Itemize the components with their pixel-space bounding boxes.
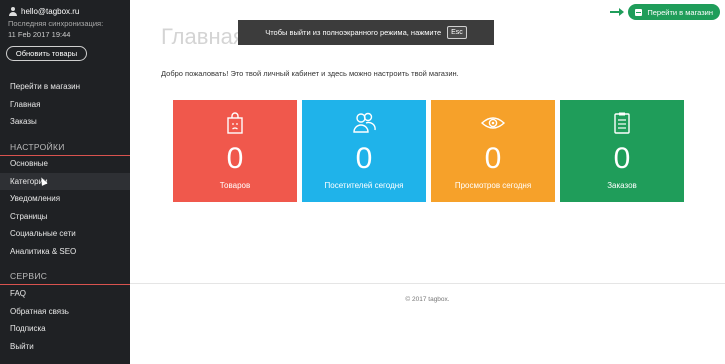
- nav-item-go-shop[interactable]: Перейти в магазин: [0, 78, 130, 96]
- store-icon: [635, 8, 643, 16]
- nav-item-pages[interactable]: Страницы: [0, 208, 130, 226]
- nav-item-home[interactable]: Главная: [0, 96, 130, 114]
- nav-item-social[interactable]: Социальные сети: [0, 225, 130, 243]
- nav-item-notifications[interactable]: Уведомления: [0, 190, 130, 208]
- stat-tile-products[interactable]: 0 Товаров: [173, 100, 297, 202]
- stat-label-visitors: Посетителей сегодня: [324, 181, 404, 190]
- go-to-shop-button[interactable]: Перейти в магазин: [628, 4, 720, 20]
- stat-value-visitors: 0: [355, 142, 373, 175]
- clipboard-icon: [614, 112, 630, 134]
- stats-tiles: 0 Товаров 0 Посетителей сегодня 0 Просмо…: [173, 100, 684, 202]
- sync-time: 11 Feb 2017 19:44: [8, 30, 71, 39]
- nav-item-orders[interactable]: Заказы: [0, 113, 130, 131]
- stat-value-views: 0: [484, 142, 502, 175]
- user-icon: [8, 7, 17, 16]
- toast-text: Чтобы выйти из полноэкранного режима, на…: [265, 28, 442, 37]
- arrow-right-icon: [610, 8, 625, 16]
- stat-tile-visitors[interactable]: 0 Посетителей сегодня: [302, 100, 426, 202]
- go-shop-area: Перейти в магазин: [610, 4, 720, 20]
- main-nav: Перейти в магазин Главная Заказы: [0, 78, 130, 131]
- nav-item-analytics-seo[interactable]: Аналитика & SEO: [0, 243, 130, 261]
- nav-item-categories[interactable]: Категории: [0, 172, 130, 190]
- nav-item-faq[interactable]: FAQ: [0, 285, 130, 303]
- welcome-text: Добро пожаловать! Это твой личный кабине…: [161, 69, 459, 78]
- service-items: FAQ Обратная связь Подписка Выйти: [0, 285, 130, 355]
- main-content: Главная Добро пожаловать! Это твой личны…: [130, 0, 725, 364]
- nav-item-feedback[interactable]: Обратная связь: [0, 303, 130, 321]
- nav-item-logout[interactable]: Выйти: [0, 338, 130, 356]
- nav-item-subscription[interactable]: Подписка: [0, 320, 130, 338]
- stat-tile-orders[interactable]: 0 Заказов: [560, 100, 684, 202]
- sync-label: Последняя синхронизация:: [8, 19, 104, 28]
- service-nav: СЕРВИС: [0, 269, 130, 283]
- stat-value-orders: 0: [613, 142, 631, 175]
- page-title: Главная: [161, 24, 245, 49]
- stat-label-products: Товаров: [219, 181, 251, 190]
- go-to-shop-label: Перейти в магазин: [647, 7, 713, 17]
- update-products-button[interactable]: Обновить товары: [6, 46, 87, 61]
- shopping-bag-icon: [227, 112, 243, 134]
- stat-value-products: 0: [226, 142, 244, 175]
- footer-divider: [130, 283, 725, 284]
- footer-copyright: © 2017 tagbox.: [405, 296, 450, 303]
- service-section-title: СЕРВИС: [10, 271, 48, 281]
- stat-tile-views[interactable]: 0 Просмотров сегодня: [431, 100, 555, 202]
- user-email: hello@tagbox.ru: [21, 7, 80, 16]
- stat-label-views: Просмотров сегодня: [454, 181, 532, 190]
- esc-key-badge: Esc: [447, 26, 467, 39]
- eye-icon: [480, 117, 506, 129]
- fullscreen-toast: Чтобы выйти из полноэкранного режима, на…: [238, 20, 494, 45]
- settings-section-title: НАСТРОЙКИ: [10, 142, 65, 152]
- sidebar: hello@tagbox.ru Последняя синхронизация:…: [0, 0, 130, 364]
- settings-items: Основные Категории Уведомления Страницы …: [0, 155, 130, 260]
- stat-label-orders: Заказов: [607, 181, 637, 190]
- users-icon: [353, 112, 376, 133]
- nav-item-general[interactable]: Основные: [0, 155, 130, 173]
- settings-nav: НАСТРОЙКИ: [0, 140, 130, 154]
- user-info: hello@tagbox.ru Последняя синхронизация:…: [8, 6, 103, 40]
